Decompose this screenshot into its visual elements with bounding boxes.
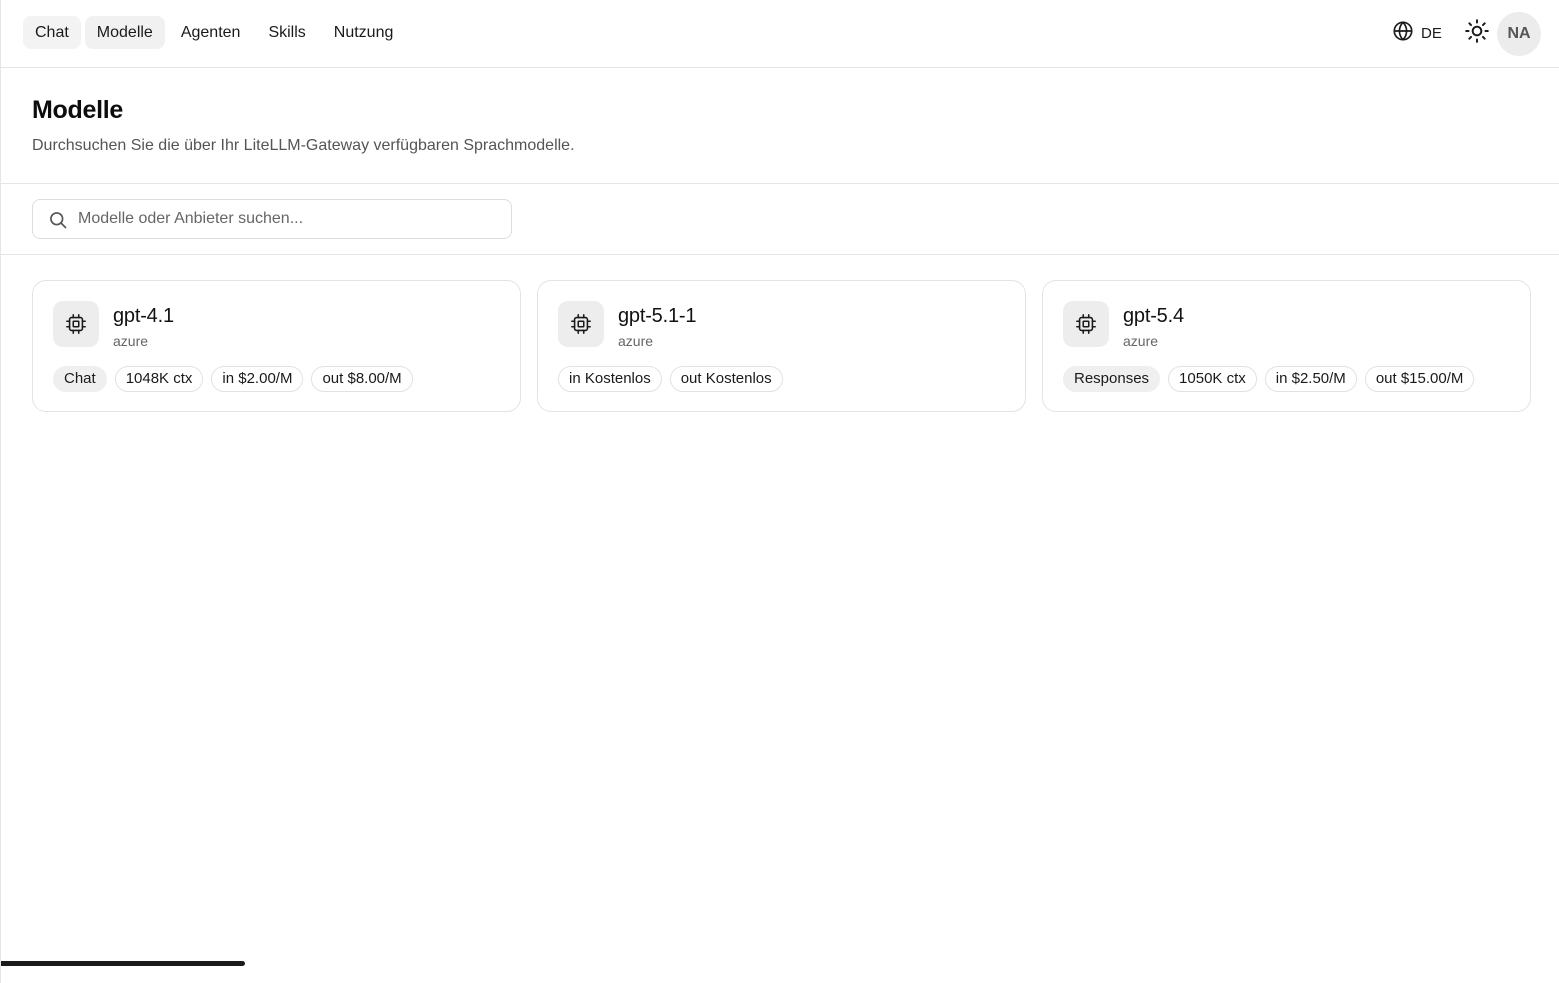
model-name: gpt-5.1-1 (618, 305, 697, 327)
user-avatar[interactable]: NA (1497, 12, 1541, 56)
model-provider: azure (1123, 333, 1159, 349)
model-card[interactable]: gpt-4.1 azure Chat 1048K ctx in $2.00/M out… (32, 280, 521, 412)
language-code: DE (1421, 24, 1442, 42)
page-title: Modelle (32, 96, 123, 124)
model-tags: Responses 1050K ctx in $2.50/M out $15.00/M (1063, 366, 1475, 392)
model-mode-badge: Chat (53, 366, 107, 392)
model-info-badge: in $2.00/M (211, 366, 304, 392)
model-card[interactable]: gpt-5.4 azure Responses 1050K ctx in $2.50… (1042, 280, 1531, 412)
model-tags: in Kostenlos out Kostenlos (558, 366, 783, 392)
model-mode-badge: Responses (1063, 366, 1161, 392)
model-tags: Chat 1048K ctx in $2.00/M out $8.00/M (53, 366, 413, 392)
model-info-badge: out Kostenlos (669, 366, 783, 392)
nav-item-skills[interactable]: Skills (256, 16, 317, 49)
top-navigation-bar: Chat Modelle Agenten Skills Nutzung DE N… (1, 0, 1559, 68)
model-info-badge: out $15.00/M (1364, 366, 1475, 392)
cpu-chip-icon (558, 301, 604, 347)
theme-toggle-button[interactable] (1463, 18, 1491, 49)
model-card-grid: gpt-4.1 azure Chat 1048K ctx in $2.00/M out… (32, 280, 1532, 412)
page-subtitle: Durchsuchen Sie die über Ihr LiteLLM-Gat… (32, 137, 575, 154)
cpu-chip-icon (1063, 301, 1109, 347)
search-input[interactable] (78, 200, 498, 238)
scroll-indicator (1, 961, 245, 966)
model-info-badge: 1048K ctx (114, 366, 204, 392)
model-info-badge: out $8.00/M (311, 366, 413, 392)
model-info-badge: 1050K ctx (1168, 366, 1257, 392)
search-icon (48, 210, 68, 230)
page-header: Modelle Durchsuchen Sie die über Ihr Lit… (1, 68, 1559, 184)
nav-item-nutzung[interactable]: Nutzung (322, 16, 406, 49)
search-box[interactable] (32, 199, 512, 239)
cpu-chip-icon (53, 301, 99, 347)
model-provider: azure (618, 333, 654, 349)
app-root: Chat Modelle Agenten Skills Nutzung DE N… (0, 0, 1559, 983)
model-name: gpt-4.1 (113, 305, 174, 327)
globe-icon (1392, 20, 1414, 46)
nav-item-modelle[interactable]: Modelle (84, 16, 165, 49)
model-card[interactable]: gpt-5.1-1 azure in Kostenlos out Kostenlo… (537, 280, 1026, 412)
nav-item-chat[interactable]: Chat (23, 16, 81, 49)
model-name: gpt-5.4 (1123, 305, 1184, 327)
sun-icon (1464, 18, 1490, 49)
main-nav: Chat Modelle Agenten Skills Nutzung (23, 16, 405, 49)
search-section (1, 184, 1559, 255)
language-switcher[interactable]: DE (1392, 20, 1442, 46)
nav-item-agenten[interactable]: Agenten (169, 16, 253, 49)
model-provider: azure (113, 333, 149, 349)
model-info-badge: in Kostenlos (558, 366, 662, 392)
model-info-badge: in $2.50/M (1264, 366, 1357, 392)
